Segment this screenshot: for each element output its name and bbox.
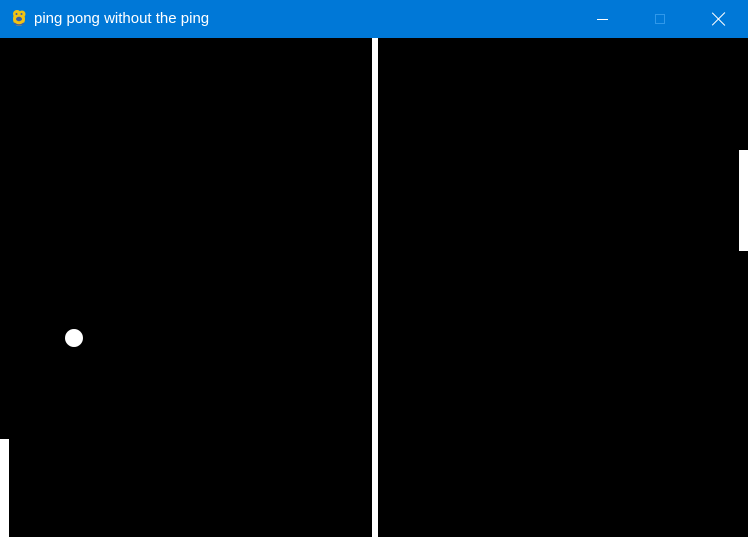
close-icon	[712, 12, 726, 26]
minimize-icon	[596, 18, 608, 20]
minimize-button[interactable]	[573, 0, 631, 38]
ball	[65, 329, 83, 347]
close-button[interactable]	[690, 0, 748, 38]
game-window: ping pong without the ping	[0, 0, 748, 537]
window-title: ping pong without the ping	[34, 10, 210, 27]
pygame-snake-icon	[13, 10, 26, 26]
title-bar[interactable]: ping pong without the ping	[0, 0, 748, 38]
maximize-icon	[655, 14, 665, 24]
game-canvas[interactable]	[0, 38, 748, 537]
left-paddle	[0, 439, 9, 537]
right-paddle	[739, 150, 748, 251]
maximize-button[interactable]	[631, 0, 689, 38]
center-line	[372, 38, 378, 537]
